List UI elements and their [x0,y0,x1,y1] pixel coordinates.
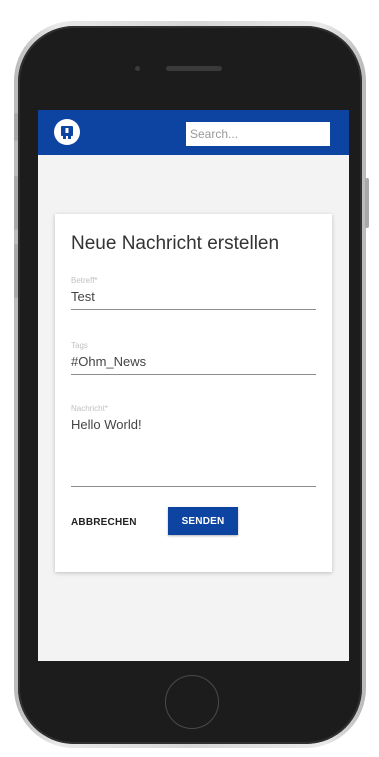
tags-field[interactable]: Tags #Ohm_News [71,341,316,375]
message-textarea[interactable]: Hello World! [71,417,316,487]
tags-label: Tags [71,341,88,350]
app-bar [38,110,349,155]
phone-power-button [365,178,369,228]
tags-input[interactable]: #Ohm_News [71,354,316,375]
subject-label: Betreff* [71,276,98,285]
front-camera [135,66,140,71]
search-input[interactable] [186,122,330,146]
phone-volume-up [14,176,18,230]
home-button[interactable] [165,675,219,729]
phone-silent-switch [14,113,18,141]
cancel-button[interactable]: ABBRECHEN [71,508,137,536]
phone-volume-down [14,244,18,298]
message-field[interactable]: Nachricht* Hello World! [71,404,316,487]
card-title: Neue Nachricht erstellen [71,233,280,254]
subject-field[interactable]: Betreff* Test [71,276,316,310]
logo-glyph-icon [61,126,73,139]
message-label: Nachricht* [71,404,108,413]
new-message-card: Neue Nachricht erstellen Betreff* Test T… [55,214,332,572]
app-logo-icon[interactable] [54,119,80,145]
send-button[interactable]: SENDEN [168,507,238,535]
earpiece-speaker [166,66,222,71]
phone-screen: Neue Nachricht erstellen Betreff* Test T… [38,110,349,661]
subject-input[interactable]: Test [71,289,316,310]
